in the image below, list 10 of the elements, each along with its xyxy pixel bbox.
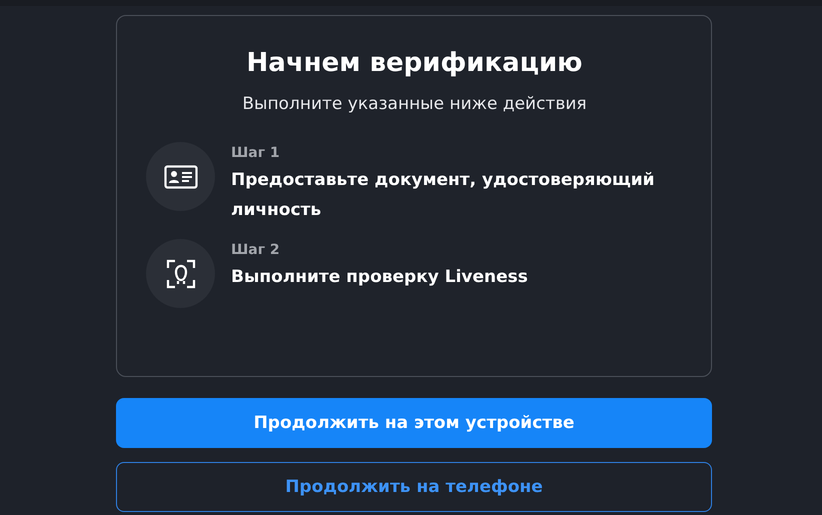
- id-card-icon: [164, 164, 198, 188]
- step-label: Шаг 2: [231, 242, 281, 258]
- step-text: Предоставьте документ, удостоверяющий личность: [231, 169, 656, 222]
- continue-device-button[interactable]: Продолжить на этом устройстве: [116, 398, 712, 448]
- card-subtitle: Выполните указанные ниже действия: [241, 94, 588, 114]
- card-title: Начнем верификацию: [246, 48, 584, 78]
- step-label: Шаг 1: [231, 145, 281, 161]
- face-scan-icon: [166, 258, 196, 288]
- continue-phone-button[interactable]: Продолжить на телефоне: [116, 462, 712, 512]
- step-text: Выполните проверку Liveness: [231, 266, 529, 289]
